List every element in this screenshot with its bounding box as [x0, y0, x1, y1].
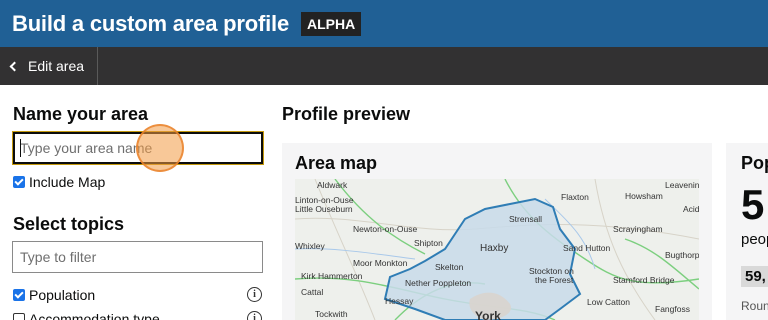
svg-text:Little Ouseburn: Little Ouseburn [295, 204, 353, 214]
include-map-checkbox[interactable]: Include Map [13, 174, 105, 190]
svg-text:Low Catton: Low Catton [587, 297, 630, 307]
topic-filter-input[interactable] [12, 241, 263, 273]
profile-preview-heading: Profile preview [282, 104, 411, 124]
svg-text:Cattal: Cattal [301, 287, 323, 297]
svg-text:Tollerton: Tollerton [525, 179, 557, 180]
svg-text:Skelton: Skelton [435, 262, 464, 272]
checkbox-unchecked-icon [13, 313, 25, 320]
app-header: Build a custom area profile ALPHA [0, 0, 768, 47]
text-caret [20, 139, 21, 157]
population-value: 59, [741, 266, 768, 287]
svg-text:Shipton: Shipton [414, 238, 443, 248]
svg-text:Acid: Acid [683, 204, 699, 214]
svg-text:Tockwith: Tockwith [315, 309, 348, 319]
population-big-value: 5 [741, 181, 765, 228]
svg-text:Nether Poppleton: Nether Poppleton [405, 278, 471, 288]
toolbar: Edit area [0, 47, 768, 85]
include-map-label: Include Map [29, 174, 106, 190]
topic-population-checkbox[interactable]: Population [13, 287, 95, 303]
population-note: Rounded [741, 299, 768, 313]
svg-text:Hessay: Hessay [385, 296, 414, 306]
info-icon[interactable]: i [247, 287, 262, 302]
svg-text:Sand Hutton: Sand Hutton [563, 243, 611, 253]
svg-text:the Forest: the Forest [535, 275, 574, 285]
area-map-title: Area map [295, 153, 378, 173]
topic-label: Accommodation type [29, 311, 160, 320]
population-title: Population [741, 153, 768, 173]
svg-text:Haxby: Haxby [480, 243, 508, 254]
population-sub: people [741, 231, 768, 248]
name-area-heading: Name your area [13, 104, 149, 124]
topic-accommodation-checkbox[interactable]: Accommodation type [13, 311, 160, 320]
info-icon[interactable]: i [247, 311, 262, 320]
chevron-left-icon [9, 61, 20, 71]
svg-text:Leavening: Leavening [665, 180, 699, 190]
edit-area-button[interactable]: Edit area [0, 47, 98, 85]
topic-label: Population [29, 287, 96, 303]
svg-text:Scrayingham: Scrayingham [613, 224, 663, 234]
area-map[interactable]: Aldwark Tollerton Howsham Leavening Acid… [295, 179, 699, 320]
population-card-content: Population 5 people 59, Rounded [726, 143, 768, 320]
checkbox-checked-icon [13, 289, 25, 301]
svg-text:Aldwark: Aldwark [317, 180, 348, 190]
svg-text:Newton-on-Ouse: Newton-on-Ouse [353, 224, 418, 234]
svg-text:Flaxton: Flaxton [561, 192, 589, 202]
edit-area-label: Edit area [28, 58, 85, 74]
select-topics-heading: Select topics [13, 214, 125, 234]
svg-text:Moor Monkton: Moor Monkton [353, 258, 408, 268]
checkbox-checked-icon [13, 176, 25, 188]
svg-text:Bugthorpe: Bugthorpe [665, 250, 699, 260]
svg-text:Strensall: Strensall [509, 214, 542, 224]
svg-text:Stamford Bridge: Stamford Bridge [613, 275, 675, 285]
svg-text:Whixley: Whixley [295, 241, 326, 251]
page-title: Build a custom area profile [12, 10, 290, 36]
alpha-badge: ALPHA [301, 11, 362, 36]
svg-text:Fangfoss: Fangfoss [655, 304, 690, 314]
svg-text:Kirk Hammerton: Kirk Hammerton [301, 271, 363, 281]
svg-text:Howsham: Howsham [625, 191, 663, 201]
svg-text:York: York [475, 309, 501, 320]
area-name-input[interactable] [12, 131, 264, 165]
